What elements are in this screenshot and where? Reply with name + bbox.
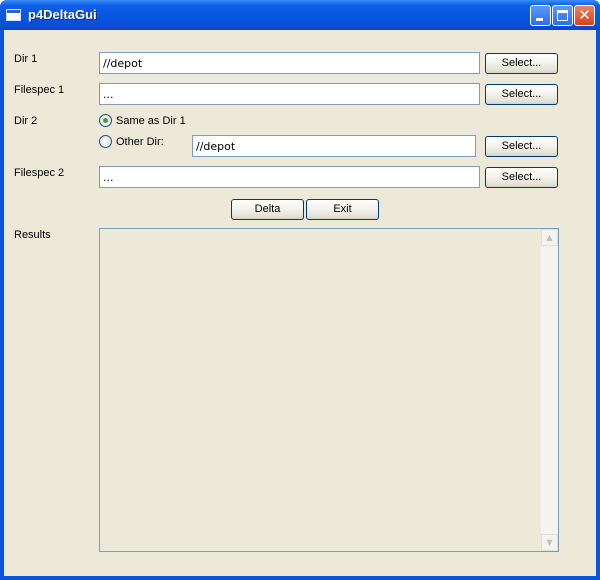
filespec1-label: Filespec 1 [14,84,65,96]
results-scrollbar[interactable]: ▲ ▼ [541,229,558,551]
title-bar[interactable]: p4DeltaGui ✕ [0,0,600,30]
other-dir-label[interactable]: Other Dir: [116,136,164,148]
dir1-label: Dir 1 [14,53,38,65]
results-textarea[interactable]: ▲ ▼ [99,228,559,552]
filespec1-input[interactable] [99,83,480,105]
dir1-select-button[interactable]: Select... [485,53,558,74]
minimize-icon [536,18,543,21]
window-icon [6,9,21,21]
delta-button[interactable]: Delta [231,199,304,220]
other-dir-select-button[interactable]: Select... [485,136,558,157]
same-as-dir1-label[interactable]: Same as Dir 1 [116,115,186,127]
minimize-button[interactable] [530,5,551,26]
other-dir-input[interactable] [192,135,476,157]
window-title: p4DeltaGui [28,7,97,22]
maximize-icon [557,10,568,21]
exit-button[interactable]: Exit [306,199,379,220]
filespec2-select-button[interactable]: Select... [485,167,558,188]
dir1-input[interactable] [99,52,480,74]
close-button[interactable]: ✕ [574,5,595,26]
chevron-down-icon[interactable]: ▼ [541,534,558,551]
filespec2-label: Filespec 2 [14,167,65,179]
results-label: Results [14,229,51,241]
filespec2-input[interactable] [99,166,480,188]
chevron-up-icon[interactable]: ▲ [541,229,558,246]
same-as-dir1-radio[interactable] [99,114,112,127]
client-area: Dir 1 Select... Filespec 1 Select... Dir… [4,30,596,576]
maximize-button[interactable] [552,5,573,26]
app-window: p4DeltaGui ✕ Dir 1 Select... Filespec 1 … [0,0,600,580]
close-icon: ✕ [578,6,591,24]
filespec1-select-button[interactable]: Select... [485,84,558,105]
other-dir-radio[interactable] [99,135,112,148]
dir2-label: Dir 2 [14,115,38,127]
